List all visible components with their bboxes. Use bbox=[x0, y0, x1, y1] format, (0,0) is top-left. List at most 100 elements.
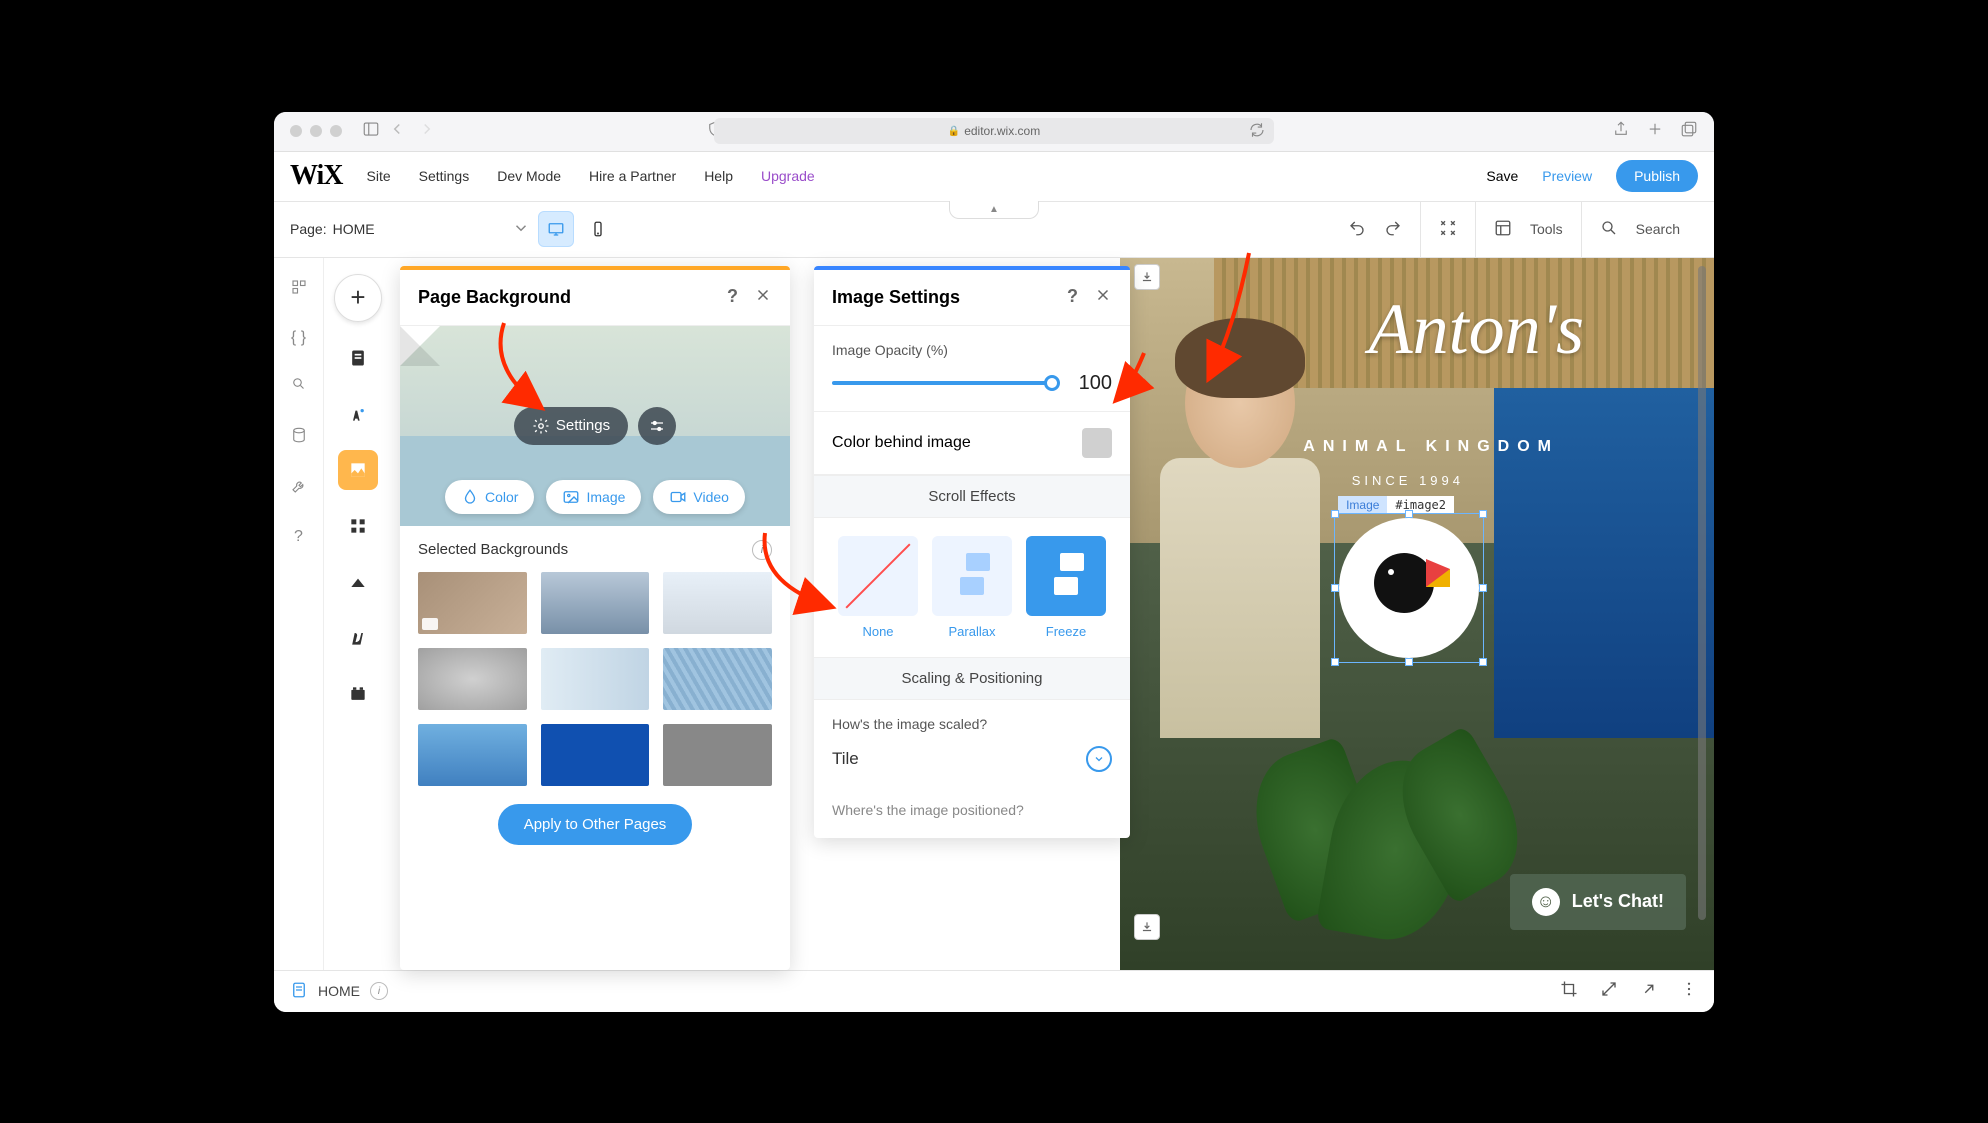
nav-back-icon[interactable] bbox=[388, 120, 406, 143]
opacity-slider[interactable] bbox=[832, 381, 1052, 385]
hero-subtitle[interactable]: ANIMAL KINGDOM bbox=[1303, 438, 1559, 456]
tabs-icon[interactable] bbox=[1680, 120, 1698, 143]
crop-tool-icon[interactable] bbox=[1560, 980, 1578, 1003]
search-icon bbox=[1600, 219, 1618, 240]
apply-to-pages-button[interactable]: Apply to Other Pages bbox=[498, 804, 693, 845]
close-icon[interactable] bbox=[754, 286, 772, 309]
bg-type-color-button[interactable]: Color bbox=[445, 480, 534, 514]
scaling-title: Scaling & Positioning bbox=[814, 657, 1130, 700]
menu-upgrade[interactable]: Upgrade bbox=[761, 168, 815, 184]
tools-label[interactable]: Tools bbox=[1530, 221, 1563, 237]
menu-help[interactable]: Help bbox=[704, 168, 733, 184]
canvas-scrollbar[interactable] bbox=[1698, 266, 1706, 920]
bg-type-image-button[interactable]: Image bbox=[546, 480, 641, 514]
rail-help-icon[interactable]: ? bbox=[294, 528, 303, 546]
refresh-icon[interactable] bbox=[1248, 121, 1266, 142]
bottom-bar: HOME i bbox=[274, 970, 1714, 1012]
sidebar-toggle-icon[interactable] bbox=[362, 120, 380, 143]
opacity-value[interactable]: 100 bbox=[1068, 372, 1112, 395]
bottom-page-name[interactable]: HOME bbox=[318, 983, 360, 999]
new-tab-icon[interactable] bbox=[1646, 120, 1664, 143]
bg-settings-label: Settings bbox=[556, 417, 610, 434]
hero-since[interactable]: SINCE 1994 bbox=[1352, 473, 1464, 488]
bg-thumb[interactable] bbox=[418, 648, 527, 710]
site-canvas[interactable]: Anton's ANIMAL KINGDOM SINCE 1994 Image … bbox=[1120, 258, 1714, 970]
collapse-icon[interactable] bbox=[1439, 219, 1457, 240]
page-prefix: Page: bbox=[290, 221, 327, 237]
sidebar-media-icon[interactable] bbox=[338, 674, 378, 714]
rail-tool-icon[interactable] bbox=[290, 477, 308, 500]
sidebar-ascend-icon[interactable] bbox=[338, 562, 378, 602]
bg-thumb[interactable] bbox=[418, 572, 527, 634]
download-section-button[interactable] bbox=[1134, 914, 1160, 940]
mobile-view-button[interactable] bbox=[580, 211, 616, 247]
bg-thumb[interactable] bbox=[541, 648, 650, 710]
selection-outline[interactable] bbox=[1334, 513, 1484, 663]
publish-button[interactable]: Publish bbox=[1616, 160, 1698, 192]
chevron-down-icon bbox=[512, 219, 530, 240]
sidebar-pages-icon[interactable] bbox=[338, 338, 378, 378]
url-text: editor.wix.com bbox=[964, 124, 1040, 138]
close-window-icon[interactable] bbox=[290, 125, 302, 137]
rail-search-icon[interactable] bbox=[290, 375, 308, 398]
bg-thumb[interactable] bbox=[663, 572, 772, 634]
page-selector[interactable]: Page: HOME bbox=[290, 219, 530, 240]
chevron-down-icon bbox=[1086, 746, 1112, 772]
menu-settings[interactable]: Settings bbox=[419, 168, 470, 184]
more-icon[interactable] bbox=[1680, 980, 1698, 1003]
bg-settings-button[interactable]: Settings bbox=[514, 407, 628, 445]
effect-freeze[interactable]: Freeze bbox=[1026, 536, 1106, 639]
bg-thumb[interactable] bbox=[663, 724, 772, 786]
bg-thumb[interactable] bbox=[663, 648, 772, 710]
sidebar-theme-icon[interactable] bbox=[338, 394, 378, 434]
rail-code-icon[interactable]: { } bbox=[291, 329, 306, 347]
add-element-button[interactable]: + bbox=[334, 274, 382, 322]
close-icon[interactable] bbox=[1094, 286, 1112, 309]
effect-none[interactable]: None bbox=[838, 536, 918, 639]
chat-widget[interactable]: ☺ Let's Chat! bbox=[1510, 874, 1686, 930]
open-external-icon[interactable] bbox=[1640, 980, 1658, 1003]
preview-button[interactable]: Preview bbox=[1542, 168, 1592, 184]
menu-dev-mode[interactable]: Dev Mode bbox=[497, 168, 561, 184]
search-label[interactable]: Search bbox=[1636, 221, 1680, 237]
bg-thumb[interactable] bbox=[418, 724, 527, 786]
share-icon[interactable] bbox=[1612, 120, 1630, 143]
rail-db-icon[interactable] bbox=[290, 426, 308, 449]
help-icon[interactable]: ? bbox=[1067, 286, 1078, 309]
menu-site[interactable]: Site bbox=[367, 168, 391, 184]
redo-button[interactable] bbox=[1384, 219, 1402, 240]
bg-thumb[interactable] bbox=[541, 572, 650, 634]
url-bar[interactable]: 🔒 editor.wix.com bbox=[714, 118, 1274, 144]
bg-type-video-button[interactable]: Video bbox=[653, 480, 745, 514]
wix-logo[interactable]: WiX bbox=[290, 160, 343, 192]
undo-button[interactable] bbox=[1348, 219, 1366, 240]
maximize-window-icon[interactable] bbox=[330, 125, 342, 137]
menu-hire-partner[interactable]: Hire a Partner bbox=[589, 168, 676, 184]
bg-thumbnail-grid bbox=[418, 572, 772, 786]
minimize-window-icon[interactable] bbox=[310, 125, 322, 137]
scroll-effects-title: Scroll Effects bbox=[814, 475, 1130, 518]
bg-thumb[interactable] bbox=[541, 724, 650, 786]
color-swatch[interactable] bbox=[1082, 428, 1112, 458]
info-icon[interactable]: i bbox=[370, 982, 388, 1000]
pull-down-tab[interactable]: ▲ bbox=[949, 201, 1039, 219]
scale-dropdown[interactable]: Tile bbox=[832, 746, 1112, 772]
info-icon[interactable]: i bbox=[752, 540, 772, 560]
save-button[interactable]: Save bbox=[1486, 168, 1518, 184]
workspace: { } ? + bbox=[274, 258, 1714, 970]
effect-parallax[interactable]: Parallax bbox=[932, 536, 1012, 639]
slider-thumb-icon[interactable] bbox=[1044, 375, 1060, 391]
download-section-button[interactable] bbox=[1134, 264, 1160, 290]
traffic-lights bbox=[290, 125, 342, 137]
sidebar-apps-icon[interactable] bbox=[338, 506, 378, 546]
sidebar-background-icon[interactable] bbox=[338, 450, 378, 490]
rail-widget-icon[interactable] bbox=[290, 278, 308, 301]
hero-title[interactable]: Anton's bbox=[1369, 288, 1584, 371]
expand-icon[interactable] bbox=[1600, 980, 1618, 1003]
desktop-view-button[interactable] bbox=[538, 211, 574, 247]
help-icon[interactable]: ? bbox=[727, 286, 738, 309]
nav-forward-icon[interactable] bbox=[418, 120, 436, 143]
chat-face-icon: ☺ bbox=[1532, 888, 1560, 916]
sidebar-blog-icon[interactable] bbox=[338, 618, 378, 658]
bg-adjust-button[interactable] bbox=[638, 407, 676, 445]
